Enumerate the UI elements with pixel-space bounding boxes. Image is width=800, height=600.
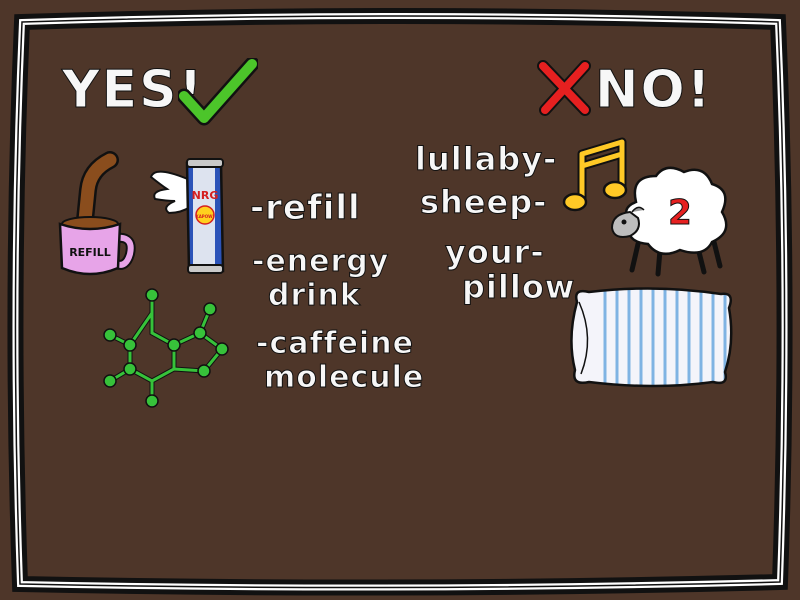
no-item-lullaby: lullaby- [414,140,558,179]
no-item-sheep: sheep- [419,183,548,222]
yes-no-chalkboard: YES! NO! REFILL NRG KAPOW! -refill -ener… [0,0,800,600]
mug-text: REFILL [69,246,111,259]
no-item-pillow: pillow [461,268,576,307]
yes-item-molecule: molecule [263,360,425,396]
yes-item-energy: -energy [251,244,390,280]
yes-item-drink: drink [268,278,361,314]
can-burst-text: KAPOW! [196,214,215,219]
pillow-icon [570,287,733,388]
yes-item-refill: -refill [250,188,361,229]
caffeine-molecule-icon [103,288,229,408]
energy-drink-icon: NRG KAPOW! [149,158,225,274]
cross-icon [537,60,591,116]
checkmark-icon [178,58,258,126]
sheep-number: 2 [668,193,692,233]
no-item-your: your- [445,233,545,272]
can-logo-text: NRG [192,189,219,202]
refill-mug-icon: REFILL [58,151,136,276]
no-heading: NO! [594,60,713,121]
yes-item-caffeine: -caffeine [256,326,414,362]
sheep-icon: 2 [610,166,728,277]
